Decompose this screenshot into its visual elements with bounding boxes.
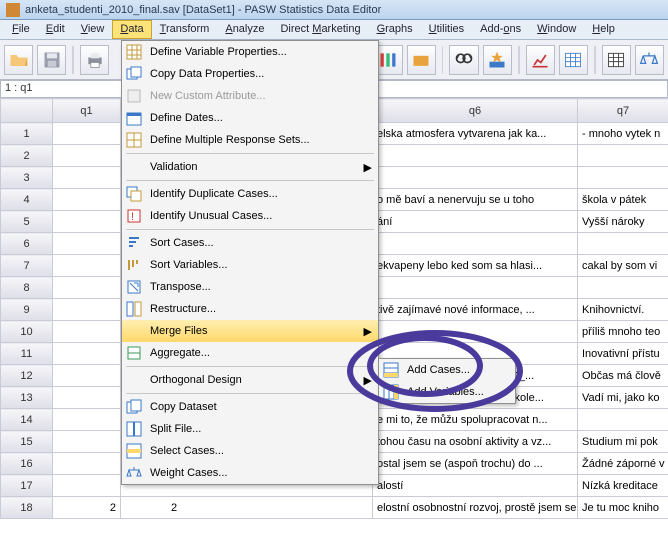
menu-help[interactable]: Help — [584, 20, 623, 39]
dup-icon — [124, 185, 144, 203]
menu-graphs[interactable]: Graphs — [369, 20, 421, 39]
grid-orange-icon — [124, 131, 144, 149]
menu-validation[interactable]: Validation▶ — [122, 156, 378, 178]
transpose-icon — [124, 278, 144, 296]
menu-define-multiple-response-sets[interactable]: Define Multiple Response Sets... — [122, 129, 378, 151]
copy-dataset-icon — [124, 398, 144, 416]
menu-sort-cases[interactable]: Sort Cases... — [122, 232, 378, 254]
sort-icon — [124, 234, 144, 252]
toolbar-chart-button[interactable] — [526, 45, 555, 75]
toolbar-star-button[interactable] — [483, 45, 512, 75]
save-button[interactable] — [37, 45, 66, 75]
menu-define-variable-properties[interactable]: Define Variable Properties... — [122, 41, 378, 63]
find-button[interactable] — [449, 45, 478, 75]
table-row: 1822elostní osobnostní rozvoj, prostě js… — [1, 497, 668, 519]
menu-sort-variables[interactable]: Sort Variables... — [122, 254, 378, 276]
menu-addons[interactable]: Add-ons — [472, 20, 529, 39]
menu-weight-cases[interactable]: Weight Cases... — [122, 462, 378, 484]
menu-window[interactable]: Window — [529, 20, 584, 39]
menu-restructure[interactable]: Restructure... — [122, 298, 378, 320]
menu-copy-dataset[interactable]: Copy Dataset — [122, 396, 378, 418]
data-menu-dropdown: Define Variable Properties... Copy Data … — [121, 40, 379, 485]
sort-vars-icon — [124, 256, 144, 274]
merge-files-submenu: Add Cases... Add Variables... — [378, 358, 516, 404]
menu-orthogonal-design[interactable]: Orthogonal Design▶ — [122, 369, 378, 391]
chevron-right-icon: ▶ — [364, 374, 372, 387]
col-header-q1[interactable]: q1 — [53, 99, 121, 123]
copy-grid-icon — [124, 65, 144, 83]
menu-merge-files[interactable]: Merge Files▶ — [122, 320, 378, 342]
col-header-q6[interactable]: q6 — [373, 99, 578, 123]
attribute-icon — [124, 87, 144, 105]
window-title: anketa_studenti_2010_final.sav [DataSet1… — [25, 4, 381, 16]
menu-transpose[interactable]: Transpose... — [122, 276, 378, 298]
calendar-icon — [124, 109, 144, 127]
menu-select-cases[interactable]: Select Cases... — [122, 440, 378, 462]
open-file-button[interactable] — [4, 45, 33, 75]
menu-define-dates[interactable]: Define Dates... — [122, 107, 378, 129]
submenu-add-cases[interactable]: Add Cases... — [379, 359, 515, 381]
menu-identify-duplicate-cases[interactable]: Identify Duplicate Cases... — [122, 183, 378, 205]
menu-direct-marketing[interactable]: Direct Marketing — [272, 20, 368, 39]
weight-icon — [124, 464, 144, 482]
add-variables-icon — [381, 383, 401, 401]
window-titlebar: anketa_studenti_2010_final.sav [DataSet1… — [0, 0, 668, 20]
grid-icon — [124, 43, 144, 61]
menu-transform[interactable]: Transform — [152, 20, 218, 39]
select-icon — [124, 442, 144, 460]
svg-text:!: ! — [131, 211, 134, 223]
chevron-right-icon: ▶ — [364, 325, 372, 338]
col-header-q7[interactable]: q7 — [578, 99, 668, 123]
app-icon — [6, 3, 20, 17]
menu-file[interactable]: File — [4, 20, 38, 39]
restructure-icon — [124, 300, 144, 318]
toolbar-orangebox-button[interactable] — [407, 45, 436, 75]
toolbar-grid-button[interactable] — [602, 45, 631, 75]
menu-aggregate[interactable]: Aggregate... — [122, 342, 378, 364]
weight-button[interactable] — [635, 45, 664, 75]
menu-edit[interactable]: Edit — [38, 20, 73, 39]
menu-utilities[interactable]: Utilities — [421, 20, 472, 39]
chevron-right-icon: ▶ — [364, 161, 372, 174]
toolbar-grid-blue-button[interactable] — [559, 45, 588, 75]
aggregate-icon — [124, 344, 144, 362]
menu-view[interactable]: View — [73, 20, 113, 39]
menu-split-file[interactable]: Split File... — [122, 418, 378, 440]
unusual-icon: ! — [124, 207, 144, 225]
menu-copy-data-properties[interactable]: Copy Data Properties... — [122, 63, 378, 85]
row-header[interactable]: 1 — [1, 123, 53, 145]
add-cases-icon — [381, 361, 401, 379]
submenu-add-variables[interactable]: Add Variables... — [379, 381, 515, 403]
corner-header[interactable] — [1, 99, 53, 123]
split-icon — [124, 420, 144, 438]
menu-identify-unusual-cases[interactable]: !Identify Unusual Cases... — [122, 205, 378, 227]
menu-new-custom-attribute: New Custom Attribute... — [122, 85, 378, 107]
print-button[interactable] — [80, 45, 109, 75]
menubar: File Edit View Data Transform Analyze Di… — [0, 20, 668, 40]
menu-data[interactable]: Data — [112, 20, 151, 39]
menu-analyze[interactable]: Analyze — [217, 20, 272, 39]
